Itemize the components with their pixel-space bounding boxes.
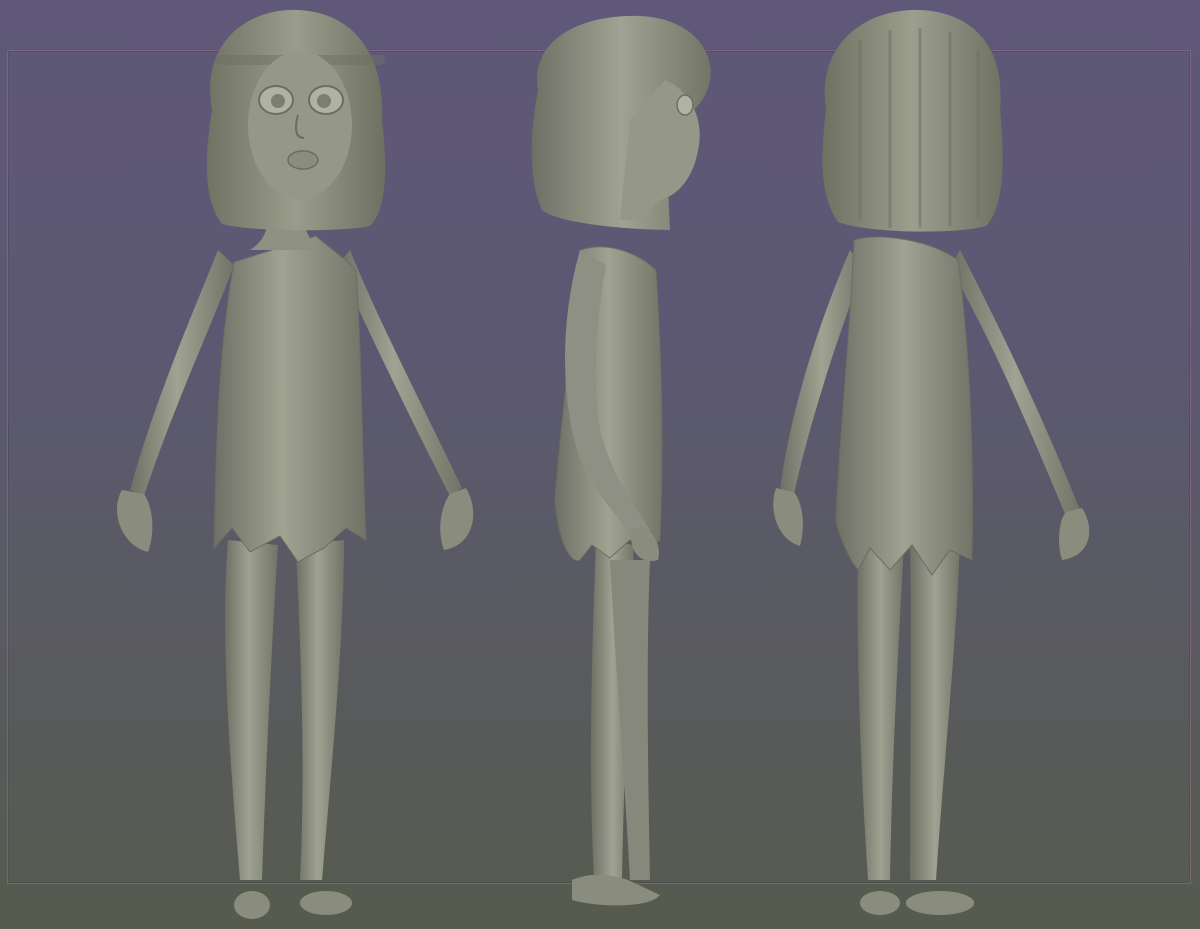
side-legs bbox=[572, 540, 660, 906]
back-hair bbox=[822, 9, 1003, 232]
sculpt-viewport[interactable] bbox=[0, 0, 1200, 929]
front-face bbox=[248, 51, 352, 199]
figure-front-view bbox=[100, 0, 500, 929]
back-legs bbox=[857, 540, 974, 915]
figure-back-view bbox=[760, 0, 1120, 929]
front-legs bbox=[225, 540, 352, 919]
back-dress bbox=[835, 236, 973, 576]
front-dress bbox=[213, 235, 367, 563]
figure-side-view bbox=[500, 0, 750, 929]
